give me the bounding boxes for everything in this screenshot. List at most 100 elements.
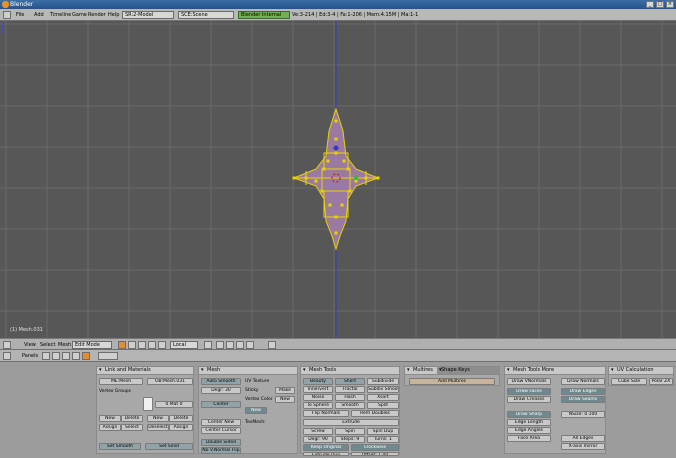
cube-size-field[interactable]: Cube Size (611, 378, 647, 385)
shading-context-icon[interactable] (62, 352, 70, 360)
keep-original-toggle[interactable]: Keep Original (303, 444, 349, 451)
innervert-button[interactable]: Innervert (303, 386, 333, 393)
manipulator-icon[interactable] (204, 341, 212, 349)
no-vnormal-flip-toggle[interactable]: No V.Normal Flip (201, 447, 241, 454)
degr-90-field[interactable]: Degr: 90 (303, 436, 333, 443)
layer-icon[interactable] (246, 341, 254, 349)
proportional-edit-icon[interactable] (268, 341, 276, 349)
panel-tab-uv-calculation[interactable]: UV Calculation (609, 367, 673, 375)
sticky-make-button[interactable]: Make (275, 387, 295, 394)
uv-texture-new-button[interactable]: New (245, 407, 267, 414)
set-solid-button[interactable]: Set Solid (145, 443, 193, 450)
vcol-new-button[interactable]: New (275, 396, 295, 403)
panels-menu[interactable]: Panels (20, 352, 40, 360)
occlude-icon[interactable] (158, 341, 166, 349)
scale-icon[interactable] (236, 341, 244, 349)
panel-tab-link-materials[interactable]: Link and Materials (97, 367, 193, 375)
editing-context-icon[interactable] (82, 352, 90, 360)
panel-tab-shape-keys[interactable]: Shape Keys (437, 367, 499, 375)
rem-doubles-button[interactable]: Rem Doubles (351, 410, 399, 417)
material-color-swatch[interactable] (143, 397, 153, 411)
pivot-selector[interactable]: Local (170, 341, 198, 349)
material-assign-button[interactable]: Assign (169, 424, 193, 431)
nsize-field[interactable]: NSize: 0.100 (561, 411, 605, 418)
draw-seams-toggle[interactable]: Draw Seams (561, 396, 605, 403)
panel-tab-mesh-tools[interactable]: Mesh Tools (301, 367, 399, 375)
viewport-canvas[interactable] (0, 21, 676, 338)
menu-render[interactable]: Render (86, 11, 108, 19)
draw-normals-toggle[interactable]: Draw Normals (561, 378, 605, 385)
subdiv-smooth-button[interactable]: Subdiv Smooth (367, 386, 399, 393)
noise-button[interactable]: Noise (303, 394, 333, 401)
face-select-icon[interactable] (148, 341, 156, 349)
to-sphere-button[interactable]: To Sphere (303, 402, 333, 409)
offset-field[interactable]: Offset: 1.00 (351, 452, 399, 456)
vgroup-delete-button[interactable]: Delete (121, 415, 143, 422)
object-context-icon[interactable] (72, 352, 80, 360)
xsort-button[interactable]: Xsort (367, 394, 399, 401)
menu-file[interactable]: File (14, 11, 26, 19)
vgroup-assign-button[interactable]: Assign (99, 424, 121, 431)
window-type-icon[interactable] (3, 352, 11, 360)
hash-button[interactable]: Hash (335, 394, 365, 401)
material-slot-field[interactable]: 0 Mat 0 (155, 401, 193, 408)
edge-angles-toggle[interactable]: Edge Angles (507, 427, 551, 434)
center-button[interactable]: Center (201, 401, 241, 408)
clockwise-toggle[interactable]: Clockwise (351, 444, 399, 451)
short-toggle[interactable]: Short (335, 378, 365, 385)
3d-viewport[interactable]: (1) Mesh.031 (0, 21, 676, 338)
add-multires-button[interactable]: Add Multires (409, 378, 495, 385)
draw-creases-toggle[interactable]: Draw Creases (507, 396, 551, 403)
panel-tab-mesh[interactable]: Mesh (199, 367, 297, 375)
menu-select[interactable]: Select (38, 341, 57, 349)
x-axis-mirror-toggle[interactable]: X-axis mirror (561, 443, 605, 450)
scene-selector[interactable]: SCE:Scene (178, 11, 234, 19)
window-type-icon[interactable] (3, 11, 11, 19)
object-name-field[interactable]: OB:Mesh.031 (147, 378, 193, 385)
edge-length-toggle[interactable]: Edge Length (507, 419, 551, 426)
mesh-datablock-field[interactable]: ME:Mesh (99, 378, 143, 385)
mode-selector[interactable]: Edit Mode (72, 341, 112, 349)
draw-type-icon[interactable] (118, 341, 126, 349)
fractal-button[interactable]: Fractal (335, 386, 365, 393)
menu-add[interactable]: Add (32, 11, 46, 19)
rotate-icon[interactable] (226, 341, 234, 349)
frame-field[interactable] (98, 352, 118, 360)
translate-icon[interactable] (216, 341, 224, 349)
extrude-button[interactable]: Extrude (303, 419, 399, 426)
screen-selector[interactable]: SR:2-Model (122, 11, 174, 19)
spin-button[interactable]: Spin (335, 428, 365, 435)
screw-button[interactable]: Screw (303, 428, 333, 435)
steps-field[interactable]: Steps: 9 (335, 436, 365, 443)
draw-sharp-toggle[interactable]: Draw Sharp (507, 411, 551, 418)
polar-zx-toggle[interactable]: Polar ZX (649, 378, 673, 385)
center-cursor-button[interactable]: Center Cursor (201, 427, 241, 434)
all-edges-toggle[interactable]: All Edges (561, 435, 605, 442)
maximize-button[interactable]: □ (656, 1, 664, 8)
vgroup-select-button[interactable]: Select (121, 424, 143, 431)
auto-smooth-toggle[interactable]: Auto Smooth (201, 378, 241, 385)
material-new-button[interactable]: New (147, 415, 169, 422)
center-new-button[interactable]: Center New (201, 419, 241, 426)
menu-help[interactable]: Help (106, 11, 121, 19)
turns-field[interactable]: Turns: 1 (367, 436, 399, 443)
menu-view[interactable]: View (22, 341, 38, 349)
draw-faces-toggle[interactable]: Draw Faces (507, 388, 551, 395)
minimize-button[interactable]: _ (646, 1, 654, 8)
smooth-button[interactable]: Smooth (335, 402, 365, 409)
draw-vnormals-toggle[interactable]: Draw VNormals (507, 378, 551, 385)
panel-tab-mesh-tools-more[interactable]: Mesh Tools More (505, 367, 605, 375)
menu-mesh[interactable]: Mesh (56, 341, 73, 349)
flip-normals-button[interactable]: Flip Normals (303, 410, 349, 417)
close-button[interactable]: × (666, 1, 674, 8)
material-delete-button[interactable]: Delete (169, 415, 193, 422)
vgroup-new-button[interactable]: New (99, 415, 121, 422)
split-button[interactable]: Split (367, 402, 399, 409)
edge-select-icon[interactable] (138, 341, 146, 349)
window-type-icon[interactable] (3, 341, 11, 349)
material-deselect-button[interactable]: Deselect (147, 424, 169, 431)
subdivide-button[interactable]: Subdivide (367, 378, 399, 385)
double-sided-toggle[interactable]: Double Sided (201, 439, 241, 446)
beauty-toggle[interactable]: Beauty (303, 378, 333, 385)
face-area-toggle[interactable]: Face Area (507, 435, 551, 442)
